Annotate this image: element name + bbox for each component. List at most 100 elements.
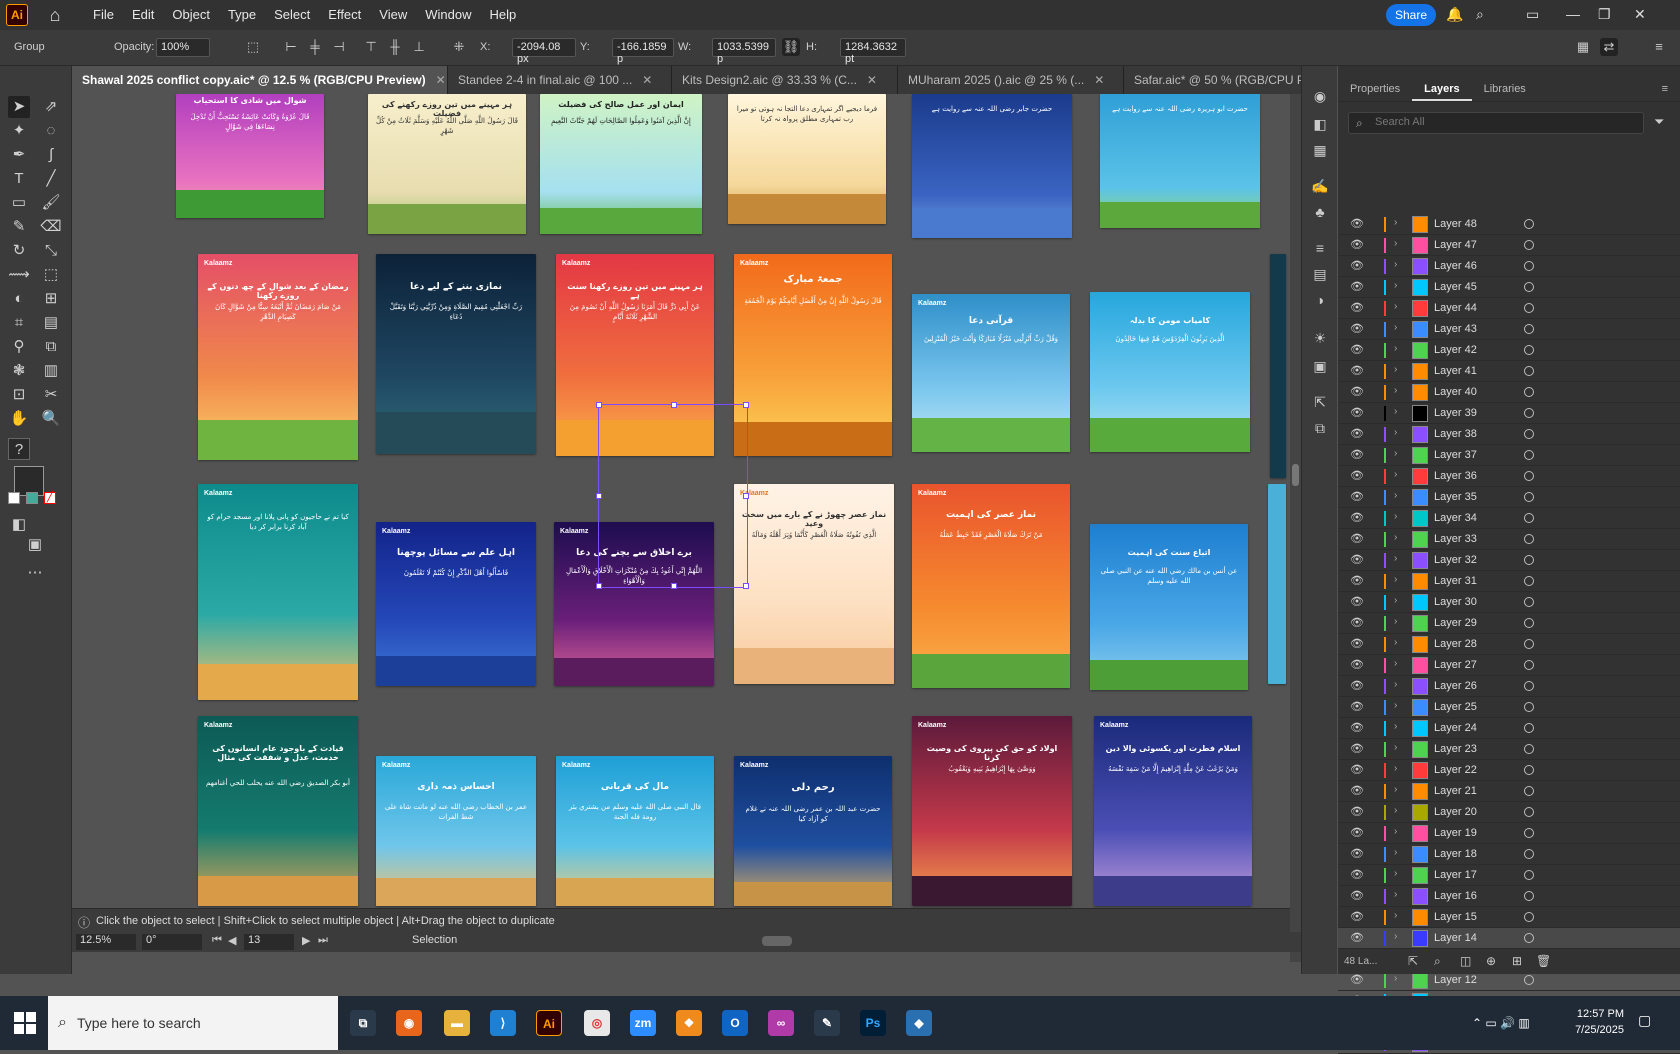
transparency-icon[interactable]: ◑ xyxy=(1310,290,1330,310)
expand-chevron-icon[interactable]: › xyxy=(1394,658,1397,669)
notification-icon[interactable]: ▢ xyxy=(1638,1012,1651,1029)
vertical-scrollbar[interactable] xyxy=(1290,94,1301,962)
target-circle-icon[interactable] xyxy=(1524,639,1534,649)
artboard[interactable]: شوال میں شادی کا استحباب قَالَ عُرْوَةُ … xyxy=(176,94,324,218)
layer-row[interactable]: 👁 › Layer 14 xyxy=(1338,928,1680,949)
canvas[interactable]: شوال میں شادی کا استحباب قَالَ عُرْوَةُ … xyxy=(72,94,1290,962)
align-right-icon[interactable]: ⊣ xyxy=(330,38,348,56)
bell-icon[interactable]: 🔔 xyxy=(1446,6,1463,23)
target-circle-icon[interactable] xyxy=(1524,555,1534,565)
layer-row[interactable]: 👁 › Layer 39 xyxy=(1338,403,1680,424)
gradient-icon[interactable]: ▤ xyxy=(1310,264,1330,284)
photoshop-icon[interactable]: Ps xyxy=(860,1010,886,1036)
layer-row[interactable]: 👁 › Layer 38 xyxy=(1338,424,1680,445)
visibility-eye-icon[interactable]: 👁 xyxy=(1350,301,1364,314)
artboard[interactable]: Kalaamz قیادت کے باوجود عام انسانوں کی خ… xyxy=(198,716,358,906)
reference-point-icon[interactable]: ⁜ xyxy=(450,38,468,56)
rotation-field[interactable]: 0° xyxy=(142,934,202,950)
visibility-eye-icon[interactable]: 👁 xyxy=(1350,868,1364,881)
resize-handle[interactable] xyxy=(743,583,749,589)
visibility-eye-icon[interactable]: 👁 xyxy=(1350,259,1364,272)
target-circle-icon[interactable] xyxy=(1524,828,1534,838)
artboard[interactable]: Kalaamz مال کی قربانی قال النبي صلى الله… xyxy=(556,756,714,906)
layer-row[interactable]: 👁 › Layer 46 xyxy=(1338,256,1680,277)
screen-mode-icon[interactable]: ▣ xyxy=(24,534,46,556)
target-circle-icon[interactable] xyxy=(1524,324,1534,334)
target-circle-icon[interactable] xyxy=(1524,513,1534,523)
illustrator-taskbar-icon[interactable]: Ai xyxy=(536,1010,562,1036)
menu-edit[interactable]: Edit xyxy=(123,0,163,30)
artboards-icon[interactable]: ⧉ xyxy=(1310,418,1330,438)
target-circle-icon[interactable] xyxy=(1524,807,1534,817)
expand-chevron-icon[interactable]: › xyxy=(1394,805,1397,816)
visibility-eye-icon[interactable]: 👁 xyxy=(1350,427,1364,440)
menu-object[interactable]: Object xyxy=(163,0,219,30)
expand-chevron-icon[interactable]: › xyxy=(1394,847,1397,858)
previous-artboard-icon[interactable]: ◀ xyxy=(228,934,236,950)
last-artboard-icon[interactable]: ⏭ xyxy=(318,934,328,950)
swatches-icon[interactable]: ▦ xyxy=(1310,140,1330,160)
expand-chevron-icon[interactable]: › xyxy=(1394,448,1397,459)
free-transform-tool-icon[interactable]: ⬚ xyxy=(40,264,62,286)
layer-row[interactable]: 👁 › Layer 17 xyxy=(1338,865,1680,886)
help-icon[interactable]: ? xyxy=(8,438,30,460)
expand-chevron-icon[interactable]: › xyxy=(1394,700,1397,711)
target-circle-icon[interactable] xyxy=(1524,870,1534,880)
expand-chevron-icon[interactable]: › xyxy=(1394,490,1397,501)
filter-icon[interactable]: ⏷ xyxy=(1654,114,1664,130)
selection-bounding-box[interactable] xyxy=(596,402,749,589)
gradient-tool-icon[interactable]: ▤ xyxy=(40,312,62,334)
taskbar-clock[interactable]: 12:57 PM 7/25/2025 xyxy=(1564,1006,1624,1038)
visibility-eye-icon[interactable]: 👁 xyxy=(1350,574,1364,587)
visibility-eye-icon[interactable]: 👁 xyxy=(1350,469,1364,482)
hand-tool-icon[interactable]: ✋ xyxy=(8,408,30,430)
expand-chevron-icon[interactable]: › xyxy=(1394,511,1397,522)
expand-chevron-icon[interactable]: › xyxy=(1394,763,1397,774)
target-circle-icon[interactable] xyxy=(1524,933,1534,943)
visibility-eye-icon[interactable]: 👁 xyxy=(1350,532,1364,545)
layer-row[interactable]: 👁 › Layer 16 xyxy=(1338,886,1680,907)
target-circle-icon[interactable] xyxy=(1524,240,1534,250)
draw-mode-icon[interactable]: ◧ xyxy=(8,514,30,536)
tab-shawal[interactable]: Shawal 2025 conflict copy.aic* @ 12.5 % … xyxy=(72,66,448,94)
appearance-icon[interactable]: ☀ xyxy=(1310,328,1330,348)
collect-export-icon[interactable]: ⇱ xyxy=(1408,954,1418,968)
x-field[interactable]: -2094.08 px xyxy=(512,38,576,65)
visibility-eye-icon[interactable]: 👁 xyxy=(1350,385,1364,398)
visibility-eye-icon[interactable]: 👁 xyxy=(1350,238,1364,251)
visibility-eye-icon[interactable]: 👁 xyxy=(1350,658,1364,671)
artboard[interactable]: Kalaamz نماز عصر چھوڑ نے کے بارے میں سخت… xyxy=(734,484,894,684)
target-circle-icon[interactable] xyxy=(1524,744,1534,754)
artboard[interactable]: ایمان اور عمل صالح کی فضیلت إِنَّ الَّذِ… xyxy=(540,94,702,234)
pen-app-icon[interactable]: ✎ xyxy=(814,1010,840,1036)
outlook-icon[interactable]: O xyxy=(722,1010,748,1036)
artboard[interactable]: Kalaamz قرآنی دعا وَقُلْ رَبِّ أَنْزِلْن… xyxy=(912,294,1070,452)
artboard[interactable]: کامیاب مومن کا بدلہ الَّذِينَ يَرِثُونَ … xyxy=(1090,292,1250,452)
artboard[interactable]: Kalaamz اسلام فطرت اور یکسوئی والا دین و… xyxy=(1094,716,1252,906)
layer-row[interactable]: 👁 › Layer 43 xyxy=(1338,319,1680,340)
app-icon-2[interactable]: ◆ xyxy=(906,1010,932,1036)
layer-row[interactable]: 👁 › Layer 32 xyxy=(1338,550,1680,571)
layers-search-input[interactable]: Search All xyxy=(1348,112,1644,134)
scroll-thumb[interactable] xyxy=(1292,464,1299,486)
layer-row[interactable]: 👁 › Layer 33 xyxy=(1338,529,1680,550)
target-circle-icon[interactable] xyxy=(1524,849,1534,859)
expand-chevron-icon[interactable]: › xyxy=(1394,889,1397,900)
expand-chevron-icon[interactable]: › xyxy=(1394,826,1397,837)
mesh-tool-icon[interactable]: ⌗ xyxy=(8,312,30,334)
direct-selection-tool-icon[interactable]: ⇗ xyxy=(40,96,62,118)
none-mode-icon[interactable]: ╱ xyxy=(44,492,56,504)
eraser-tool-icon[interactable]: ⌫ xyxy=(40,216,62,238)
artboard[interactable]: Kalaamz رحم دلی حضرت عبد اللہ بن عمر رضی… xyxy=(734,756,892,906)
visibility-eye-icon[interactable]: 👁 xyxy=(1350,280,1364,293)
paintbrush-tool-icon[interactable]: 🖌 xyxy=(40,192,62,214)
taskbar-search[interactable]: ⌕ Type here to search xyxy=(48,996,338,1050)
artboard-partial[interactable] xyxy=(1270,254,1286,478)
artboard[interactable]: Kalaamz کیا تم نے حاجیوں کو پانی پلانا ا… xyxy=(198,484,358,700)
resize-handle[interactable] xyxy=(596,493,602,499)
next-artboard-icon[interactable]: ▶ xyxy=(302,934,310,950)
artboard[interactable]: اتباع سنت کی اہمیت عن أنس بن مالك رضي ال… xyxy=(1090,524,1248,690)
more-tools-icon[interactable]: ⋯ xyxy=(24,562,46,584)
target-circle-icon[interactable] xyxy=(1524,345,1534,355)
tray-icons[interactable]: ⌃ ▭ 🔊 ▥ xyxy=(1472,1016,1530,1030)
